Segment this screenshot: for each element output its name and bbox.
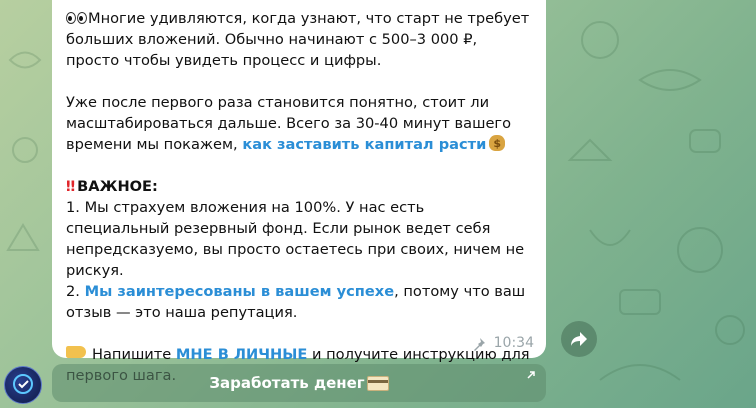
message-paragraph-1: Многие удивляются, когда узнают, что ста… — [66, 8, 530, 69]
success-link[interactable]: Мы заинтересованы в вашем успехе — [85, 283, 395, 300]
grow-capital-link[interactable]: как заставить капитал расти — [242, 136, 486, 153]
important-item-1: 1. Мы страхуем вложения на 100%. У нас е… — [66, 199, 525, 279]
important-heading: ‼ ВАЖНОЕ: — [66, 178, 158, 195]
avatar-logo-icon — [13, 374, 33, 394]
message-bubble: Многие удивляются, когда узнают, что ста… — [52, 0, 546, 384]
pin-icon — [473, 337, 485, 351]
important-item-2: 2. Мы заинтересованы в вашем успехе, пот… — [66, 283, 526, 321]
sender-avatar[interactable] — [4, 366, 42, 404]
pointing-hand-emoji-icon — [66, 346, 86, 358]
card-icon — [366, 375, 389, 391]
corner-arrow-icon — [527, 371, 535, 379]
forward-button[interactable] — [561, 321, 597, 357]
money-bag-emoji-icon — [489, 133, 506, 154]
eyes-emoji-icon — [66, 8, 88, 29]
earn-money-inline-button[interactable]: Заработать денег — [52, 364, 546, 402]
double-exclamation-emoji-icon: ‼ — [66, 178, 75, 195]
message-paragraph-2: Уже после первого раза становится понятн… — [66, 92, 532, 155]
dm-link[interactable]: МНЕ В ЛИЧНЫЕ — [176, 346, 307, 363]
message-meta: 10:34 — [472, 333, 534, 354]
message-time: 10:34 — [493, 335, 534, 351]
forward-arrow-icon — [571, 332, 587, 346]
